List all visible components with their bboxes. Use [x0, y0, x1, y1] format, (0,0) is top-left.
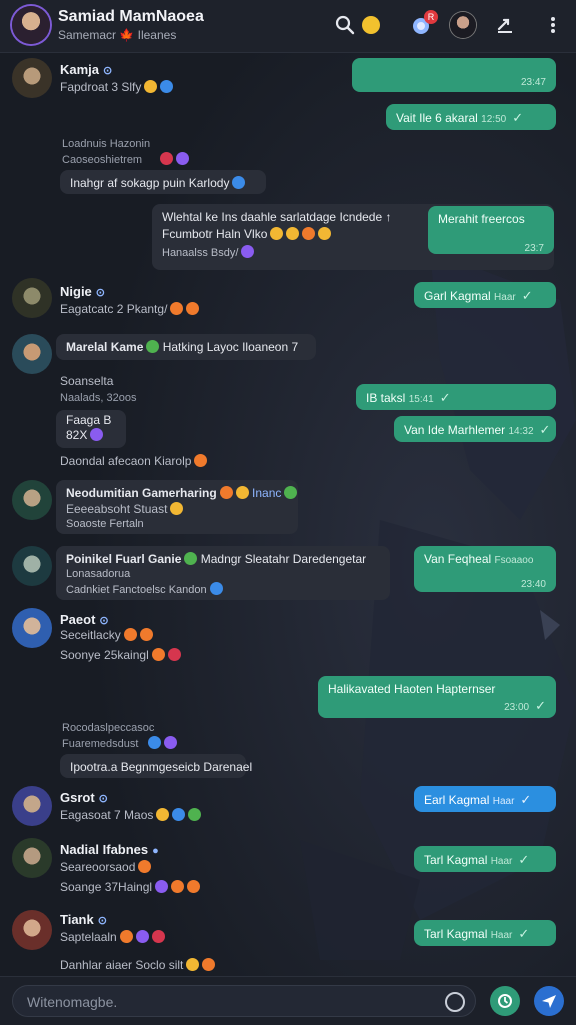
read-check-icon: ✓	[512, 110, 524, 125]
message-bubble-out[interactable]: Merahit freercos 23:7	[428, 206, 554, 254]
sender-sub: Fapdroat 3 Slfy	[60, 80, 174, 94]
profile-icon[interactable]	[450, 12, 476, 38]
message-input-wrapper	[12, 985, 476, 1017]
message-bubble-in[interactable]: Inahgr af sokagp puin Karlody	[60, 170, 266, 194]
sender-sub: Soanselta	[60, 374, 114, 388]
sender-sub: Eagatcatc 2 Pkantg/	[60, 302, 200, 316]
sender-name: Tiank ⊙	[60, 912, 107, 927]
message-bubble-out[interactable]: IB taksl 15:41 ✓	[356, 384, 556, 410]
sender-name: Kamja ⊙	[60, 62, 113, 77]
message-bubble-out[interactable]: Van Feqheal Fsoaaoo 23:40	[414, 546, 556, 592]
sender-sub: Seceitlacky	[60, 628, 153, 642]
avatar[interactable]	[12, 278, 52, 318]
avatar[interactable]	[12, 334, 52, 374]
avatar[interactable]	[12, 58, 52, 98]
sender-sub: Eagasoat 7 Maos	[60, 808, 202, 822]
chat-header: Samiad MamNaoea Samemacr 🍁 Ileanes R	[0, 0, 576, 53]
message-bubble-out[interactable]: 23:47	[352, 58, 556, 92]
message-bubble-out[interactable]: Vait Ile 6 akaral 12:50 ✓	[386, 104, 556, 130]
system-line: Fuaremedsdust	[62, 736, 178, 750]
system-line: Caoseoshietrem	[62, 152, 190, 166]
message-text: Daondal afecaon Kiarolp	[60, 454, 208, 468]
notification-icon[interactable]: R	[408, 10, 438, 38]
sender-name: Paeot ⊙	[60, 612, 109, 627]
emoji-icon[interactable]	[445, 992, 465, 1012]
message-bubble-out[interactable]: Earl Kagmal Haar ✓	[414, 786, 556, 812]
send-icon[interactable]	[534, 986, 564, 1016]
avatar[interactable]	[12, 546, 52, 586]
avatar[interactable]	[12, 910, 52, 950]
search-icon[interactable]	[332, 12, 358, 38]
share-icon[interactable]	[492, 12, 518, 38]
chat-subtitle: Samemacr 🍁 Ileanes	[58, 28, 177, 42]
message-bubble-in[interactable]: Poinikel Fuarl Ganie Madngr Sleatahr Dar…	[56, 546, 390, 600]
system-line: Loadnuis Hazonin	[62, 138, 151, 150]
system-line: Rocodaslpeccasoc	[62, 722, 155, 734]
sender-sub: Seareoorsaod	[60, 860, 152, 874]
message-composer	[0, 976, 576, 1025]
message-bubble-in[interactable]: Marelal Kame Hatking Layoc Iloaneon 7	[56, 334, 316, 360]
avatar[interactable]	[12, 838, 52, 878]
sender-sub: Soange 37Haingl	[60, 880, 201, 894]
message-bubble-out[interactable]: Garl Kagmal Haar ✓	[414, 282, 556, 308]
sender-sub: Danhlar aiaer Soclo silt	[60, 958, 216, 972]
sender-sub: Naalads, 32oos	[60, 392, 137, 404]
message-list[interactable]: Kamja ⊙ Fapdroat 3 Slfy 23:47 Vait Ile 6 …	[0, 52, 576, 976]
avatar[interactable]	[12, 786, 52, 826]
message-bubble-in[interactable]: Faaga B 82X	[56, 410, 126, 448]
chat-avatar[interactable]	[12, 6, 50, 44]
more-icon[interactable]	[540, 12, 566, 38]
message-bubble-out[interactable]: Van Ide Marhlemer 14:32 ✓	[394, 416, 556, 442]
avatar[interactable]	[12, 480, 52, 520]
message-bubble-in[interactable]: Ipootra.a Begnmgeseicb Darenael	[60, 754, 252, 778]
sender-name: Nadial Ifabnes ●	[60, 842, 159, 857]
message-input[interactable]	[25, 991, 429, 1013]
sender-name: Nigie ⊙	[60, 284, 106, 299]
message-bubble-in[interactable]: Neodumitian Gamerharing Inanc Eeeeabsoht…	[56, 480, 298, 534]
message-bubble-out[interactable]: Tarl Kagmal Haar ✓	[414, 920, 556, 946]
sender-sub: Soonye 25kaingl	[60, 648, 181, 662]
avatar[interactable]	[12, 608, 52, 648]
notification-badge: R	[424, 10, 438, 24]
camera-icon[interactable]	[490, 986, 520, 1016]
message-bubble-out[interactable]: Halikavated Haoten Hapternser 23:00 ✓	[318, 676, 556, 718]
message-bubble-out[interactable]: Tarl Kagmal Haar ✓	[414, 846, 556, 872]
sender-name: Gsrot ⊙	[60, 790, 108, 805]
sender-sub: Saptelaaln	[60, 930, 165, 944]
bell-icon[interactable]	[358, 12, 384, 38]
chat-title: Samiad MamNaoea	[58, 8, 204, 25]
